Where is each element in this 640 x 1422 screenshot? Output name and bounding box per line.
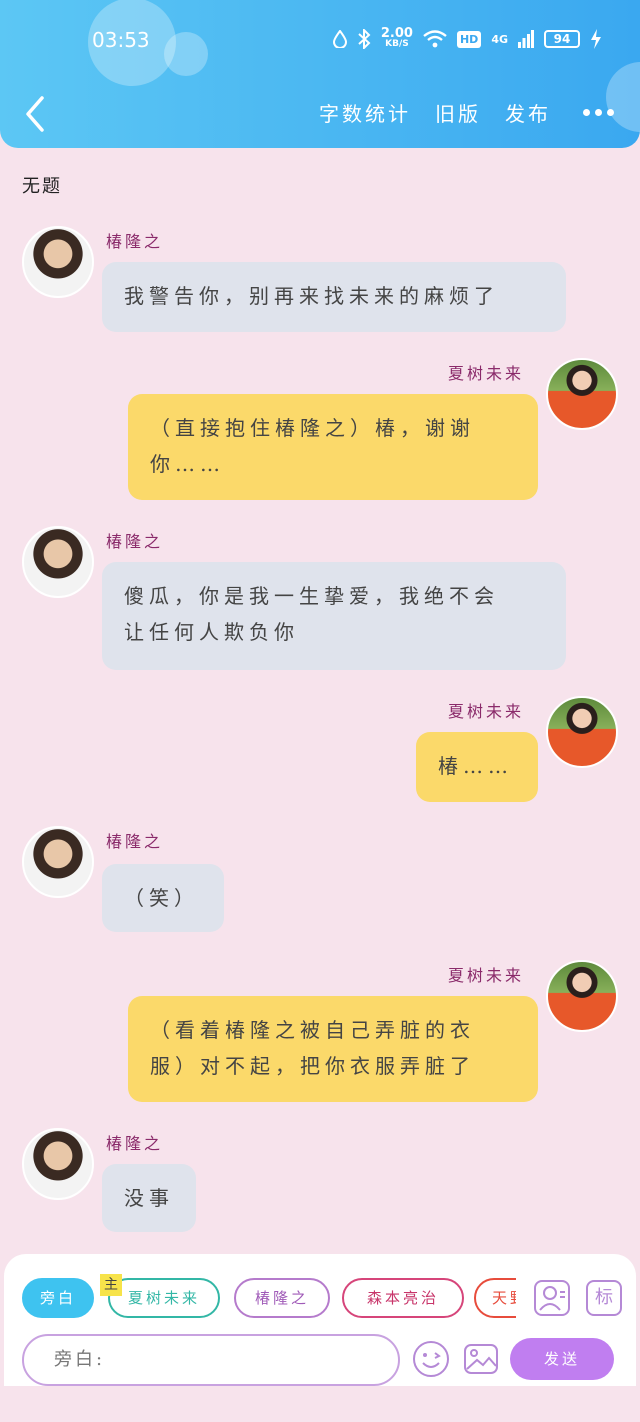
message-line: （笑） [124,886,199,910]
old-version-button[interactable]: 旧版 [435,98,481,127]
nav-actions: 字数统计 旧版 发布 [319,98,614,127]
speaker-name: 椿隆之 [106,1134,164,1153]
net-speed-value: 2.00 [380,26,413,41]
back-button[interactable] [22,94,52,134]
speaker-name: 椿隆之 [106,232,164,251]
message-input[interactable]: 旁白: [22,1334,400,1386]
avatar-natsuki[interactable] [546,960,618,1032]
message-bubble[interactable]: （笑） [102,864,224,932]
avatar-natsuki[interactable] [546,696,618,768]
message-bubble[interactable]: 椿…… [416,732,538,802]
battery-level: 94 [544,30,580,48]
role-manage-button[interactable] [534,1280,570,1316]
message-line: 让任何人欺负你 [124,620,299,644]
message-line: 服）对不起，把你衣服弄脏了 [150,1054,475,1078]
message-line: （看着椿隆之被自己弄脏的衣 [150,1018,475,1042]
avatar-chun[interactable] [22,226,94,298]
more-dot [583,109,590,116]
emoji-icon [413,1341,449,1377]
send-button[interactable]: 发送 [510,1338,614,1380]
speaker-name: 夏树未来 [448,702,525,721]
message-bubble[interactable]: 没事 [102,1164,196,1232]
signal-label: 4G [491,32,508,46]
bottom-strip [0,1386,640,1422]
bluetooth-icon [358,29,371,49]
message-bubble[interactable]: 傻瓜，你是我一生挚爱，我绝不会 让任何人欺负你 [102,562,566,670]
status-icons: 2.00 KB/S HD 4G 94 [332,26,602,50]
message-line: 没事 [124,1186,174,1210]
emoji-button[interactable] [412,1340,450,1378]
app-header: 03:53 2.00 KB/S HD 4G 94 字数统计 旧版 发布 [0,0,640,148]
message-line: （直接抱住椿隆之）椿，谢谢 [150,416,475,440]
composer-panel: 旁白 夏树未来 椿隆之 森本亮治 天野 主 标 旁白: 发送 [4,1254,636,1386]
main-role-tag: 主 [100,1274,122,1296]
speaker-name: 夏树未来 [448,364,525,383]
word-count-button[interactable]: 字数统计 [319,98,411,127]
role-chip-natsuki[interactable]: 夏树未来 [108,1278,220,1318]
message-bubble[interactable]: （直接抱住椿隆之）椿，谢谢 你…… [128,394,538,500]
avatar-chun[interactable] [22,1128,94,1200]
tag-button[interactable]: 标 [586,1280,622,1316]
role-chip-amano[interactable]: 天野 [474,1278,516,1318]
net-speed-unit: KB/S [385,39,409,49]
drop-icon [332,30,347,48]
signal-icon [518,30,534,48]
speaker-name: 椿隆之 [106,832,164,851]
image-icon [464,1344,498,1374]
story-title: 无题 [22,176,62,197]
person-icon [539,1286,565,1311]
message-line: 你…… [150,452,225,476]
charging-icon [591,29,601,49]
speaker-name: 椿隆之 [106,532,164,551]
message-line: 椿…… [438,754,513,778]
net-speed: 2.00 KB/S [380,26,413,50]
role-chip-narration[interactable]: 旁白 [22,1278,94,1318]
status-bar: 03:53 2.00 KB/S HD 4G 94 [0,22,640,62]
more-dot [607,109,614,116]
role-chips: 旁白 夏树未来 椿隆之 森本亮治 天野 [22,1278,516,1320]
status-time: 03:53 [92,28,150,52]
message-bubble[interactable]: 我警告你，别再来找未来的麻烦了 [102,262,566,332]
more-dot [595,109,602,116]
publish-button[interactable]: 发布 [505,98,551,127]
avatar-natsuki[interactable] [546,358,618,430]
speaker-name: 夏树未来 [448,966,525,985]
hd-badge: HD [456,30,482,48]
message-line: 我警告你，别再来找未来的麻烦了 [124,284,499,308]
avatar-chun[interactable] [22,526,94,598]
chevron-left-icon [26,96,44,132]
message-line: 傻瓜，你是我一生挚爱，我绝不会 [124,584,499,608]
role-chip-chun[interactable]: 椿隆之 [234,1278,330,1318]
message-bubble[interactable]: （看着椿隆之被自己弄脏的衣 服）对不起，把你衣服弄脏了 [128,996,538,1102]
image-button[interactable] [462,1340,500,1378]
role-chip-morimoto[interactable]: 森本亮治 [342,1278,464,1318]
wifi-icon [423,30,447,48]
more-button[interactable] [583,109,614,116]
avatar-chun[interactable] [22,826,94,898]
